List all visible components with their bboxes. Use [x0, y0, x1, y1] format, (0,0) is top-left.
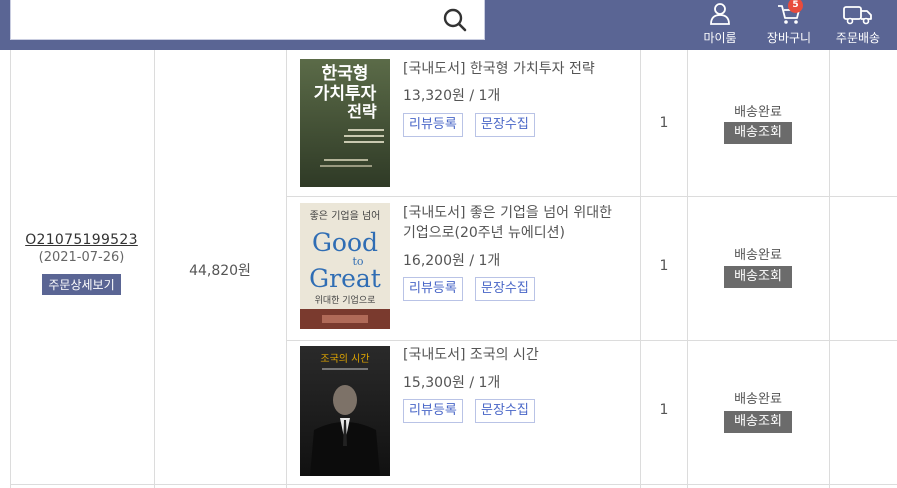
- track-delivery-button-1[interactable]: 배송조회: [724, 122, 792, 144]
- order-number-link[interactable]: O21075199523: [10, 232, 153, 248]
- search-button[interactable]: [440, 6, 470, 34]
- delivery-status-2: 배송완료: [734, 248, 782, 263]
- book-cover-image: 한국형 가치투자 전략: [300, 59, 390, 187]
- book-cover-1[interactable]: 한국형 가치투자 전략: [300, 59, 390, 187]
- delivery-status-3: 배송완료: [734, 392, 782, 407]
- book-title-3[interactable]: [국내도서] 조국의 시간: [403, 345, 623, 365]
- svg-text:Great: Great: [309, 264, 381, 293]
- cart-label: 장바구니: [766, 31, 812, 45]
- top-header: 마이룸 5 장바구니 주문배송: [0, 0, 897, 50]
- row-divider: [287, 196, 897, 197]
- book-cover-image: 조국의 시간: [300, 346, 390, 476]
- delivery-status-1: 배송완료: [734, 105, 782, 120]
- svg-text:위대한 기업으로: 위대한 기업으로: [315, 295, 376, 306]
- collect-sentence-button-3[interactable]: 문장수집: [475, 399, 535, 423]
- svg-text:조국의 시간: 조국의 시간: [320, 353, 369, 365]
- order-detail-button[interactable]: 주문상세보기: [42, 274, 121, 295]
- track-delivery-button-3[interactable]: 배송조회: [724, 411, 792, 433]
- book-cover-3[interactable]: 조국의 시간: [300, 346, 390, 476]
- table-border-bottom: [10, 484, 897, 485]
- item-quantity-2: 1: [659, 258, 669, 274]
- item-quantity-3: 1: [659, 402, 669, 418]
- book-price-qty-1: 13,320원 / 1개: [403, 88, 501, 104]
- track-delivery-button-2[interactable]: 배송조회: [724, 266, 792, 288]
- order-delivery-button[interactable]: 주문배송: [829, 0, 887, 50]
- order-total: 44,820원: [189, 263, 251, 279]
- myroom-button[interactable]: 마이룸: [700, 0, 740, 50]
- order-info-cell: O21075199523 (2021-07-26) 주문상세보기: [10, 232, 153, 295]
- truck-icon: [843, 6, 872, 25]
- svg-text:가치투자: 가치투자: [314, 84, 377, 104]
- order-date: (2021-07-26): [38, 250, 125, 265]
- item-quantity-1: 1: [659, 115, 669, 131]
- row-divider: [287, 340, 897, 341]
- book-price-qty-3: 15,300원 / 1개: [403, 375, 501, 391]
- review-button-3[interactable]: 리뷰등록: [403, 399, 463, 423]
- review-button-2[interactable]: 리뷰등록: [403, 277, 463, 301]
- cart-button[interactable]: 5 장바구니: [760, 0, 818, 50]
- order-delivery-label: 주문배송: [835, 31, 881, 45]
- book-price-qty-2: 16,200원 / 1개: [403, 253, 501, 269]
- book-cover-2[interactable]: 좋은 기업을 넘어 Good to Great 위대한 기업으로: [300, 203, 390, 329]
- search-input[interactable]: [11, 0, 411, 39]
- collect-sentence-button-2[interactable]: 문장수집: [475, 277, 535, 301]
- svg-text:전략: 전략: [347, 102, 377, 121]
- review-button-1[interactable]: 리뷰등록: [403, 113, 463, 137]
- book-title-1[interactable]: [국내도서] 한국형 가치투자 전략: [403, 59, 623, 79]
- book-title-2[interactable]: [국내도서] 좋은 기업을 넘어 위대한 기업으로(20주년 뉴에디션): [403, 203, 623, 243]
- collect-sentence-button-1[interactable]: 문장수집: [475, 113, 535, 137]
- column-divider: [829, 50, 830, 488]
- user-icon: [710, 3, 730, 25]
- search-icon: [443, 8, 467, 32]
- svg-text:Good: Good: [312, 228, 378, 257]
- svg-text:한국형: 한국형: [322, 63, 369, 84]
- myroom-label: 마이룸: [703, 31, 737, 45]
- book-cover-image: 좋은 기업을 넘어 Good to Great 위대한 기업으로: [300, 203, 390, 329]
- svg-text:좋은 기업을 넘어: 좋은 기업을 넘어: [310, 209, 381, 222]
- column-divider: [286, 50, 287, 488]
- search-box: [10, 0, 485, 40]
